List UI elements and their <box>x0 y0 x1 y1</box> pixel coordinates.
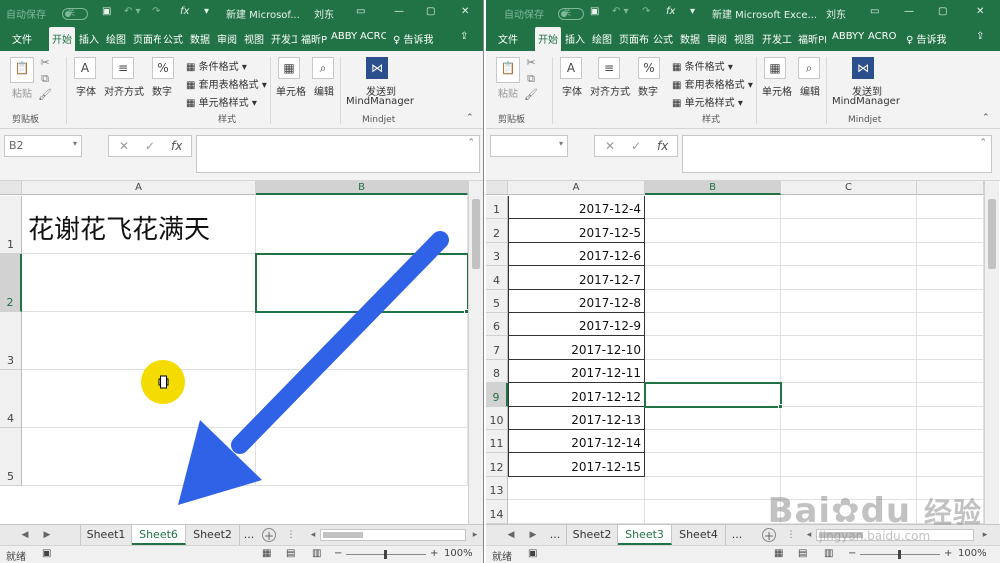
annotation-overlay <box>141 231 449 505</box>
pointer-arrow-shaft <box>231 231 449 454</box>
baidu-watermark: Bai✿du 经验 jingyan.baidu.com <box>768 491 982 543</box>
watermark-brand2: du <box>860 491 912 531</box>
paw-icon: ✿ <box>831 491 861 531</box>
watermark-brand: Bai <box>767 491 832 531</box>
watermark-url: jingyan.baidu.com <box>819 529 931 543</box>
watermark-cn: 经验 <box>923 496 982 529</box>
cell-select-cursor-icon <box>158 375 169 389</box>
